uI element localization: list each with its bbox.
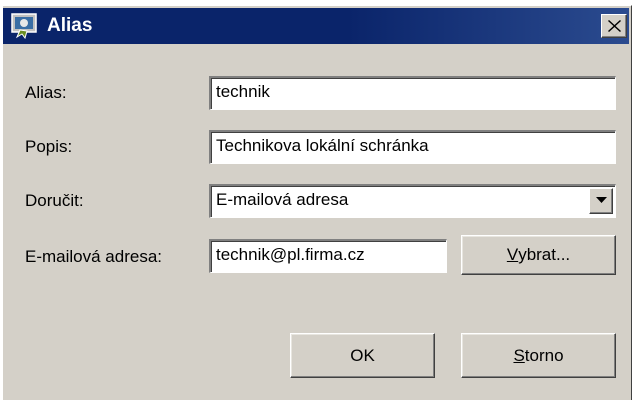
storno-button[interactable]: Storno bbox=[461, 333, 616, 378]
popis-label: Popis: bbox=[25, 137, 73, 156]
storno-button-label: Storno bbox=[513, 346, 564, 365]
alias-label: Alias: bbox=[25, 83, 67, 102]
dorucit-select[interactable]: E-mailová adresa bbox=[209, 184, 616, 218]
email-label: E-mailová adresa: bbox=[25, 247, 163, 266]
alias-input-value: technik bbox=[216, 82, 270, 101]
close-button[interactable] bbox=[601, 14, 627, 38]
vybrat-button-label: Vybrat... bbox=[506, 245, 571, 264]
ok-button[interactable]: OK bbox=[290, 333, 435, 378]
ok-button-label: OK bbox=[350, 346, 375, 365]
title-bar[interactable]: Alias bbox=[3, 8, 629, 44]
email-input-value: technik@pl.firma.cz bbox=[216, 245, 365, 264]
chevron-down-icon bbox=[596, 197, 607, 203]
dorucit-selected-value: E-mailová adresa bbox=[216, 190, 349, 209]
vybrat-button[interactable]: Vybrat... bbox=[461, 235, 616, 275]
dorucit-label: Doručit: bbox=[25, 191, 84, 210]
alias-app-icon bbox=[11, 13, 39, 40]
popis-input[interactable]: Technikova lokální schránka bbox=[209, 130, 616, 164]
email-input[interactable]: technik@pl.firma.cz bbox=[209, 239, 447, 273]
close-icon bbox=[608, 20, 621, 32]
dropdown-arrow-button[interactable] bbox=[589, 188, 613, 214]
dialog-title: Alias bbox=[47, 15, 93, 36]
popis-input-value: Technikova lokální schránka bbox=[216, 136, 429, 155]
alias-input[interactable]: technik bbox=[209, 76, 616, 110]
